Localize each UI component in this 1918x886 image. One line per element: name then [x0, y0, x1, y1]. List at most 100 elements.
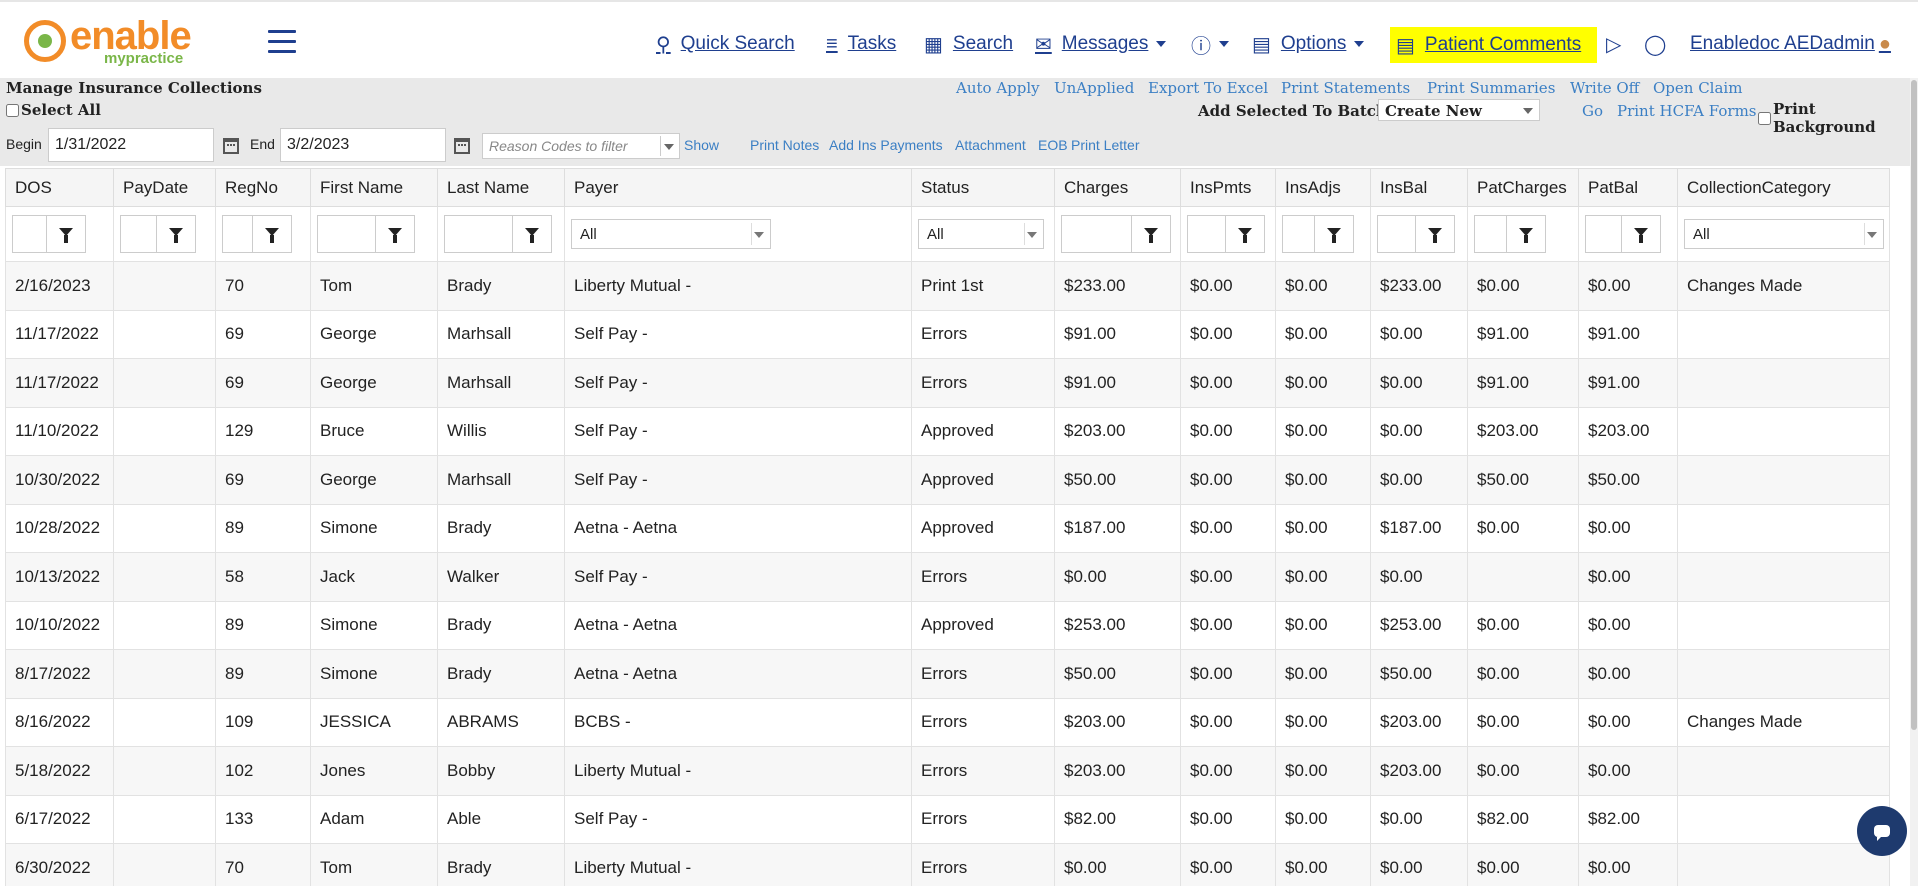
filter-input[interactable]: [222, 215, 292, 253]
add-ins-payments-link[interactable]: Add Ins Payments: [829, 137, 943, 153]
table-row[interactable]: 11/17/2022 69 George Marhsall Self Pay - Erro…: [5, 358, 1890, 408]
filter-input[interactable]: [1585, 215, 1661, 253]
nav-messages[interactable]: ✉ Messages: [1035, 30, 1167, 58]
export-excel-link[interactable]: Export To Excel: [1148, 79, 1268, 97]
print-hcfa-link[interactable]: Print HCFA Forms: [1617, 102, 1757, 120]
table-row[interactable]: 6/30/2022 70 Tom Brady Liberty Mutual - Error…: [5, 843, 1890, 886]
calendar-icon[interactable]: [454, 138, 470, 154]
table-row[interactable]: 5/18/2022 102 Jones Bobby Liberty Mutual - Er…: [5, 746, 1890, 796]
reason-codes-filter[interactable]: Reason Codes to filter: [482, 133, 680, 159]
end-date-input[interactable]: 3/2/2023: [280, 128, 446, 162]
column-header[interactable]: CollectionCategory: [1677, 168, 1890, 207]
table-row[interactable]: 10/28/2022 89 Simone Brady Aetna - Aetna Appr…: [5, 503, 1890, 553]
select-all-control[interactable]: Select All: [6, 101, 101, 119]
filter-dropdown[interactable]: All: [571, 219, 771, 249]
column-header[interactable]: DOS: [5, 168, 114, 207]
column-header[interactable]: PayDate: [113, 168, 216, 207]
table-row[interactable]: 8/17/2022 89 Simone Brady Aetna - Aetna Error…: [5, 649, 1890, 699]
table-cell: Brady: [437, 503, 565, 553]
filter-funnel-icon[interactable]: [1226, 216, 1264, 252]
page-scrollbar[interactable]: [1910, 78, 1918, 886]
attachment-link[interactable]: Attachment: [955, 137, 1026, 153]
begin-date-input[interactable]: 1/31/2022: [48, 128, 214, 162]
column-header[interactable]: InsPmts: [1180, 168, 1276, 207]
filter-funnel-icon[interactable]: [1622, 216, 1660, 252]
eob-link[interactable]: EOB: [1038, 137, 1068, 153]
filter-input[interactable]: [444, 215, 552, 253]
nav-help[interactable]: ⓘ: [1191, 30, 1229, 58]
chat-button[interactable]: [1857, 806, 1907, 856]
column-header[interactable]: Last Name: [437, 168, 565, 207]
write-off-link[interactable]: Write Off: [1570, 79, 1639, 97]
go-link[interactable]: Go: [1582, 102, 1603, 120]
nav-quick-search[interactable]: ⚲ Quick Search: [656, 30, 795, 58]
table-row[interactable]: 6/17/2022 133 Adam Able Self Pay - Errors $82.…: [5, 794, 1890, 844]
table-row[interactable]: 10/30/2022 69 George Marhsall Self Pay - Appr…: [5, 455, 1890, 505]
filter-dropdown-value: All: [1693, 226, 1710, 243]
print-background-checkbox[interactable]: [1758, 111, 1771, 125]
video-icon[interactable]: ▷: [1606, 30, 1631, 58]
nav-search[interactable]: ▦ Search: [924, 30, 1013, 58]
filter-input[interactable]: [120, 215, 196, 253]
filter-input[interactable]: [1282, 215, 1354, 253]
column-header[interactable]: Status: [911, 168, 1055, 207]
filter-input[interactable]: [1474, 215, 1546, 253]
batch-select[interactable]: Create New: [1378, 99, 1540, 121]
table-row[interactable]: 8/16/2022 109 JESSICA ABRAMS BCBS - Errors $20…: [5, 697, 1890, 747]
filter-funnel-icon[interactable]: [1315, 216, 1353, 252]
table-cell: Approved: [911, 600, 1055, 650]
print-notes-link[interactable]: Print Notes: [750, 137, 819, 153]
filter-input[interactable]: [317, 215, 415, 253]
table-row[interactable]: 11/17/2022 69 George Marhsall Self Pay - Erro…: [5, 309, 1890, 359]
filter-dropdown[interactable]: All: [1684, 219, 1884, 249]
filter-funnel-icon[interactable]: [1416, 216, 1454, 252]
column-header[interactable]: PatCharges: [1467, 168, 1579, 207]
print-statements-link[interactable]: Print Statements: [1281, 79, 1410, 97]
filter-funnel-icon[interactable]: [1132, 216, 1170, 252]
open-claim-link[interactable]: Open Claim: [1653, 79, 1742, 97]
filter-input[interactable]: [1187, 215, 1265, 253]
select-all-checkbox[interactable]: [6, 103, 19, 117]
nav-tasks[interactable]: ≡ Tasks: [826, 30, 896, 58]
print-letter-link[interactable]: Print Letter: [1071, 137, 1139, 153]
calendar-icon[interactable]: [223, 138, 239, 154]
table-row[interactable]: 2/16/2023 70 Tom Brady Liberty Mutual - Print…: [5, 261, 1890, 311]
column-header[interactable]: InsBal: [1370, 168, 1468, 207]
filter-cell: [1275, 206, 1371, 262]
scrollbar-thumb[interactable]: [1911, 80, 1917, 730]
show-link[interactable]: Show: [684, 137, 719, 153]
nav-user-menu[interactable]: Enabledoc AEDadmin ●: [1690, 30, 1891, 58]
table-cell: 69: [215, 309, 311, 359]
table-cell: [1467, 552, 1579, 602]
filter-input[interactable]: [1377, 215, 1455, 253]
logo-mark-icon: [24, 20, 66, 62]
column-header[interactable]: Payer: [564, 168, 912, 207]
filter-funnel-icon[interactable]: [253, 216, 291, 252]
print-summaries-link[interactable]: Print Summaries: [1427, 79, 1555, 97]
column-header[interactable]: PatBal: [1578, 168, 1678, 207]
filter-dropdown[interactable]: All: [918, 219, 1044, 249]
filter-input[interactable]: [12, 215, 86, 253]
unapplied-link[interactable]: UnApplied: [1054, 79, 1134, 97]
nav-options[interactable]: ▤ Options: [1252, 30, 1365, 58]
enable-mypractice-logo[interactable]: enable mypractice: [24, 14, 194, 67]
filter-funnel-icon[interactable]: [1507, 216, 1545, 252]
nav-messages-label: Messages: [1061, 33, 1149, 54]
filter-input[interactable]: [1061, 215, 1171, 253]
options-icon: ▤: [1252, 33, 1271, 56]
filter-funnel-icon[interactable]: [157, 216, 195, 252]
column-header[interactable]: RegNo: [215, 168, 311, 207]
auto-apply-link[interactable]: Auto Apply: [956, 79, 1040, 97]
column-header[interactable]: First Name: [310, 168, 438, 207]
filter-funnel-icon[interactable]: [513, 216, 551, 252]
filter-funnel-icon[interactable]: [376, 216, 414, 252]
table-row[interactable]: 10/10/2022 89 Simone Brady Aetna - Aetna Appr…: [5, 600, 1890, 650]
hamburger-menu-icon[interactable]: [268, 30, 296, 54]
table-row[interactable]: 10/13/2022 58 Jack Walker Self Pay - Errors $0…: [5, 552, 1890, 602]
filter-funnel-icon[interactable]: [47, 216, 85, 252]
table-row[interactable]: 11/10/2022 129 Bruce Willis Self Pay - Approv…: [5, 406, 1890, 456]
microphone-icon[interactable]: ◯: [1644, 30, 1676, 58]
nav-patient-comments[interactable]: ▤ Patient Comments: [1390, 27, 1598, 63]
column-header[interactable]: Charges: [1054, 168, 1181, 207]
column-header[interactable]: InsAdjs: [1275, 168, 1371, 207]
